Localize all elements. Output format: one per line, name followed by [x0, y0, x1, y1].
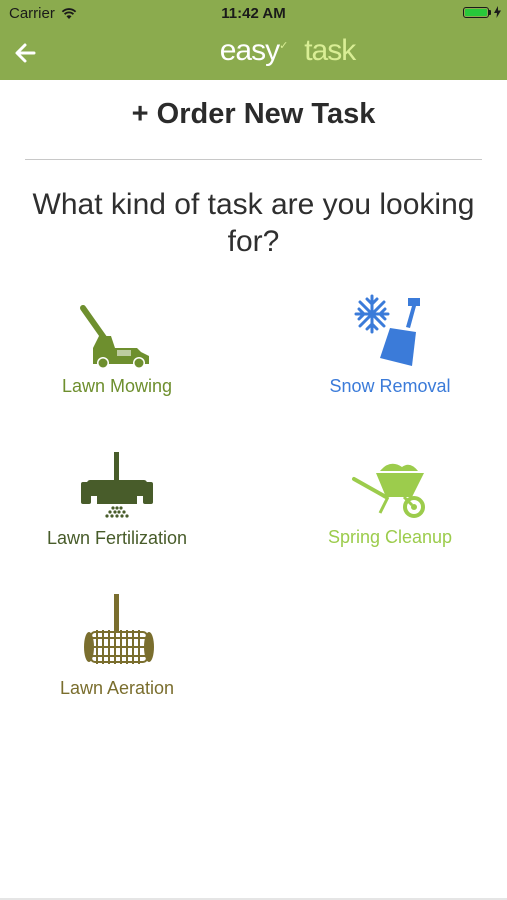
task-label: Lawn Aeration	[59, 678, 175, 698]
task-snow-removal[interactable]: Snow Removal	[280, 290, 500, 397]
wheelbarrow-icon	[352, 463, 425, 518]
aerator-icon	[84, 594, 154, 664]
task-lawn-aeration[interactable]: Lawn Aeration	[7, 592, 227, 699]
snow-shovel-icon	[354, 294, 420, 366]
divider	[25, 159, 482, 160]
battery-icon	[463, 6, 489, 18]
task-label: Lawn Mowing	[61, 376, 173, 396]
clock: 11:42 AM	[221, 5, 286, 22]
task-label: Lawn Fertilization	[46, 528, 188, 548]
lawn-mower-icon	[80, 305, 149, 369]
task-lawn-fertilization[interactable]: Lawn Fertilization	[7, 450, 227, 549]
nav-bar: task easy✓	[0, 26, 507, 80]
task-lawn-mowing[interactable]: Lawn Mowing	[7, 300, 227, 397]
fertilizer-spreader-icon	[81, 452, 153, 518]
taskeasy-logo: task easy✓	[219, 34, 357, 67]
task-spring-cleanup[interactable]: Spring Cleanup	[280, 455, 500, 548]
task-prompt: What kind of task are you looking for?	[32, 188, 475, 258]
task-label: Snow Removal	[329, 376, 451, 396]
battery-indicator	[463, 6, 501, 18]
task-label: Spring Cleanup	[327, 527, 453, 547]
status-bar: Carrier 11:42 AM	[0, 0, 507, 26]
page-title: + Order New Task	[131, 98, 376, 130]
charging-bolt-icon	[494, 6, 501, 18]
